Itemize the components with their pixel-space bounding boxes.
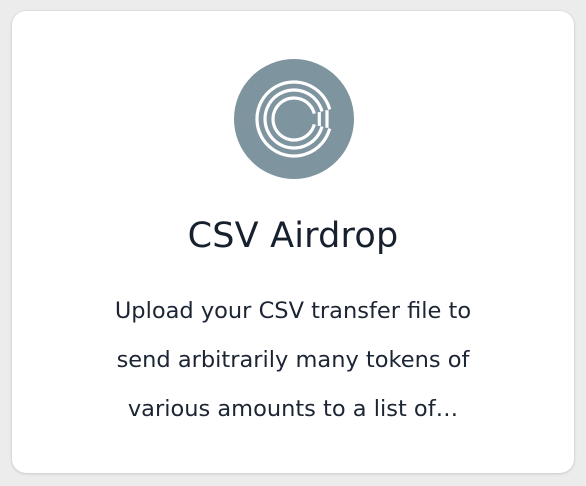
app-card-csv-airdrop[interactable]: CSV Airdrop Upload your CSV transfer fil… <box>12 11 574 473</box>
app-description-line: various amounts to a list of… <box>127 396 459 422</box>
csv-airdrop-logo-icon <box>234 59 354 179</box>
app-description-line: Upload your CSV transfer file to <box>114 298 472 324</box>
app-description-line: send arbitrarily many tokens of <box>116 347 470 373</box>
app-description: Upload your CSV transfer file to send ar… <box>72 287 514 434</box>
app-title: CSV Airdrop <box>187 216 399 256</box>
